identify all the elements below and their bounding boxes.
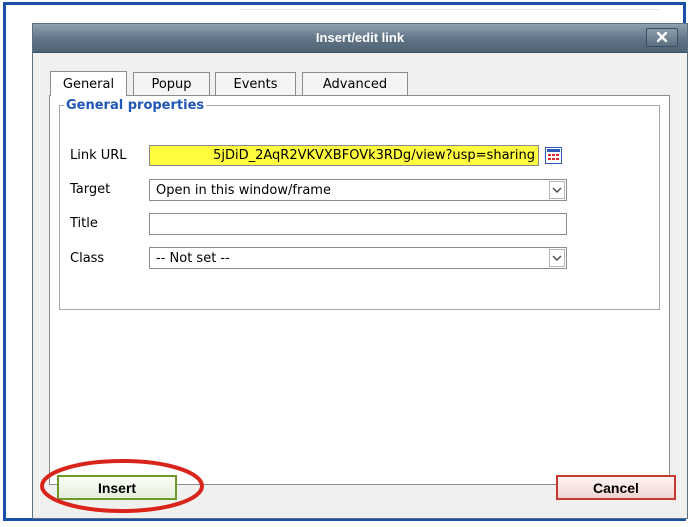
link-url-label: Link URL xyxy=(70,148,127,163)
close-button[interactable] xyxy=(646,28,678,47)
tab-popup[interactable]: Popup xyxy=(133,72,210,95)
tab-advanced-label: Advanced xyxy=(322,76,388,92)
cancel-button-label: Cancel xyxy=(593,479,639,496)
tab-popup-label: Popup xyxy=(151,76,192,92)
insert-button[interactable]: Insert xyxy=(57,475,177,500)
tab-general-label: General xyxy=(62,76,115,92)
class-select[interactable]: -- Not set -- xyxy=(149,247,567,269)
screenshot-frame: Insert/edit link General Popup Events Ad… xyxy=(3,2,688,521)
chevron-down-icon xyxy=(549,249,565,267)
chevron-down-icon xyxy=(549,181,565,199)
target-select-value: Open in this window/frame xyxy=(156,183,331,198)
target-select[interactable]: Open in this window/frame xyxy=(149,179,567,201)
browse-links-icon[interactable] xyxy=(545,147,562,164)
insert-button-label: Insert xyxy=(97,479,137,496)
general-properties-legend: General properties xyxy=(66,98,205,113)
tab-general[interactable]: General xyxy=(50,71,127,96)
class-label: Class xyxy=(70,251,105,266)
cancel-button[interactable]: Cancel xyxy=(556,475,676,500)
link-url-input[interactable]: 5jDiD_2AqR2VKVXBFOVk3RDg/view?usp=sharin… xyxy=(149,145,539,166)
title-label: Title xyxy=(70,216,98,231)
general-properties-fieldset: General properties Link URL 5jDiD_2AqR2V… xyxy=(59,98,660,310)
tab-advanced[interactable]: Advanced xyxy=(302,72,408,95)
background-page-line xyxy=(240,9,660,10)
tab-events-label: Events xyxy=(233,76,278,92)
dialog-title: Insert/edit link xyxy=(315,30,405,45)
tab-events[interactable]: Events xyxy=(215,72,296,95)
close-icon xyxy=(656,28,668,47)
link-url-value: 5jDiD_2AqR2VKVXBFOVk3RDg/view?usp=sharin… xyxy=(213,148,535,163)
dialog-titlebar[interactable]: Insert/edit link xyxy=(33,24,687,53)
title-input[interactable] xyxy=(149,213,567,235)
insert-edit-link-dialog: Insert/edit link General Popup Events Ad… xyxy=(32,23,688,519)
general-tab-panel: General properties Link URL 5jDiD_2AqR2V… xyxy=(49,95,670,485)
class-select-value: -- Not set -- xyxy=(156,251,230,266)
target-label: Target xyxy=(70,182,111,197)
